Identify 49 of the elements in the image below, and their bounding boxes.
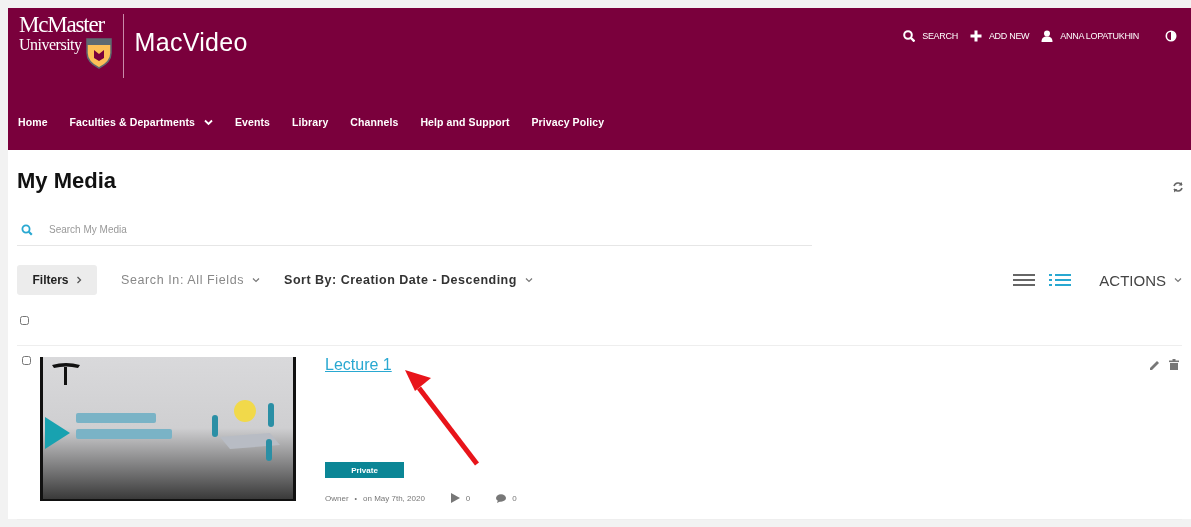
view-toggle[interactable] — [1013, 273, 1036, 287]
checkbox[interactable] — [20, 315, 29, 325]
header-link[interactable]: ANNA LOPATUKHIN — [1041, 30, 1139, 42]
crest-icon — [85, 38, 112, 69]
plays-count: 0 — [465, 493, 471, 503]
checkbox[interactable] — [22, 356, 31, 365]
chevron-icon — [75, 276, 82, 284]
search-in-dropdown[interactable]: Search In: All Fields — [121, 273, 261, 287]
sort-dropdown[interactable]: Sort By: Creation Date - Descending — [284, 273, 533, 287]
chevron-icon — [252, 277, 261, 283]
header-link[interactable]: SEARCH — [903, 30, 958, 42]
search-icon — [903, 30, 916, 42]
edit-button[interactable] — [1149, 359, 1160, 370]
search-icon — [21, 223, 33, 236]
user-icon — [1041, 30, 1054, 42]
refresh-button[interactable] — [1172, 180, 1184, 194]
owner-label: Owner — [325, 493, 349, 503]
chevron-icon — [524, 277, 533, 283]
actions-dropdown[interactable]: ACTIONS — [1099, 271, 1182, 289]
comment-icon — [496, 493, 507, 503]
date-label: on May 7th, 2020 — [363, 493, 425, 503]
pencil-icon — [1149, 359, 1160, 370]
status-badge: Private — [325, 462, 404, 478]
logo-text: University — [19, 36, 82, 54]
page-title: My Media — [17, 168, 117, 194]
nav-link[interactable]: Library — [292, 116, 329, 128]
nav-link[interactable]: Home — [18, 116, 48, 128]
nav-link[interactable]: Faculties & Departments — [69, 116, 213, 128]
trash-icon — [1169, 359, 1179, 370]
nav-link[interactable]: Channels — [350, 116, 399, 128]
lines-icon — [1013, 273, 1036, 287]
play-icon — [450, 493, 460, 503]
logo-text: McMaster — [19, 14, 106, 36]
nav-link[interactable]: Help and Support — [420, 116, 510, 128]
view-toggle[interactable] — [1049, 273, 1072, 287]
site-title[interactable]: MacVideo — [134, 27, 248, 57]
header-link[interactable]: ADD NEW — [969, 30, 1030, 42]
plus-icon — [969, 30, 982, 42]
nav-link[interactable]: Privacy Policy — [531, 116, 605, 128]
filters-button[interactable]: Filters — [17, 265, 97, 295]
contrast-icon — [1165, 30, 1177, 42]
delete-button[interactable] — [1169, 359, 1179, 370]
chevron-icon — [204, 118, 213, 126]
refresh-icon — [1172, 180, 1184, 194]
list-icon — [1049, 273, 1072, 287]
comments-count: 0 — [512, 493, 517, 503]
nav-link[interactable]: Events — [235, 116, 271, 128]
contrast-toggle[interactable] — [1165, 30, 1177, 42]
chevron-icon — [1174, 277, 1182, 283]
